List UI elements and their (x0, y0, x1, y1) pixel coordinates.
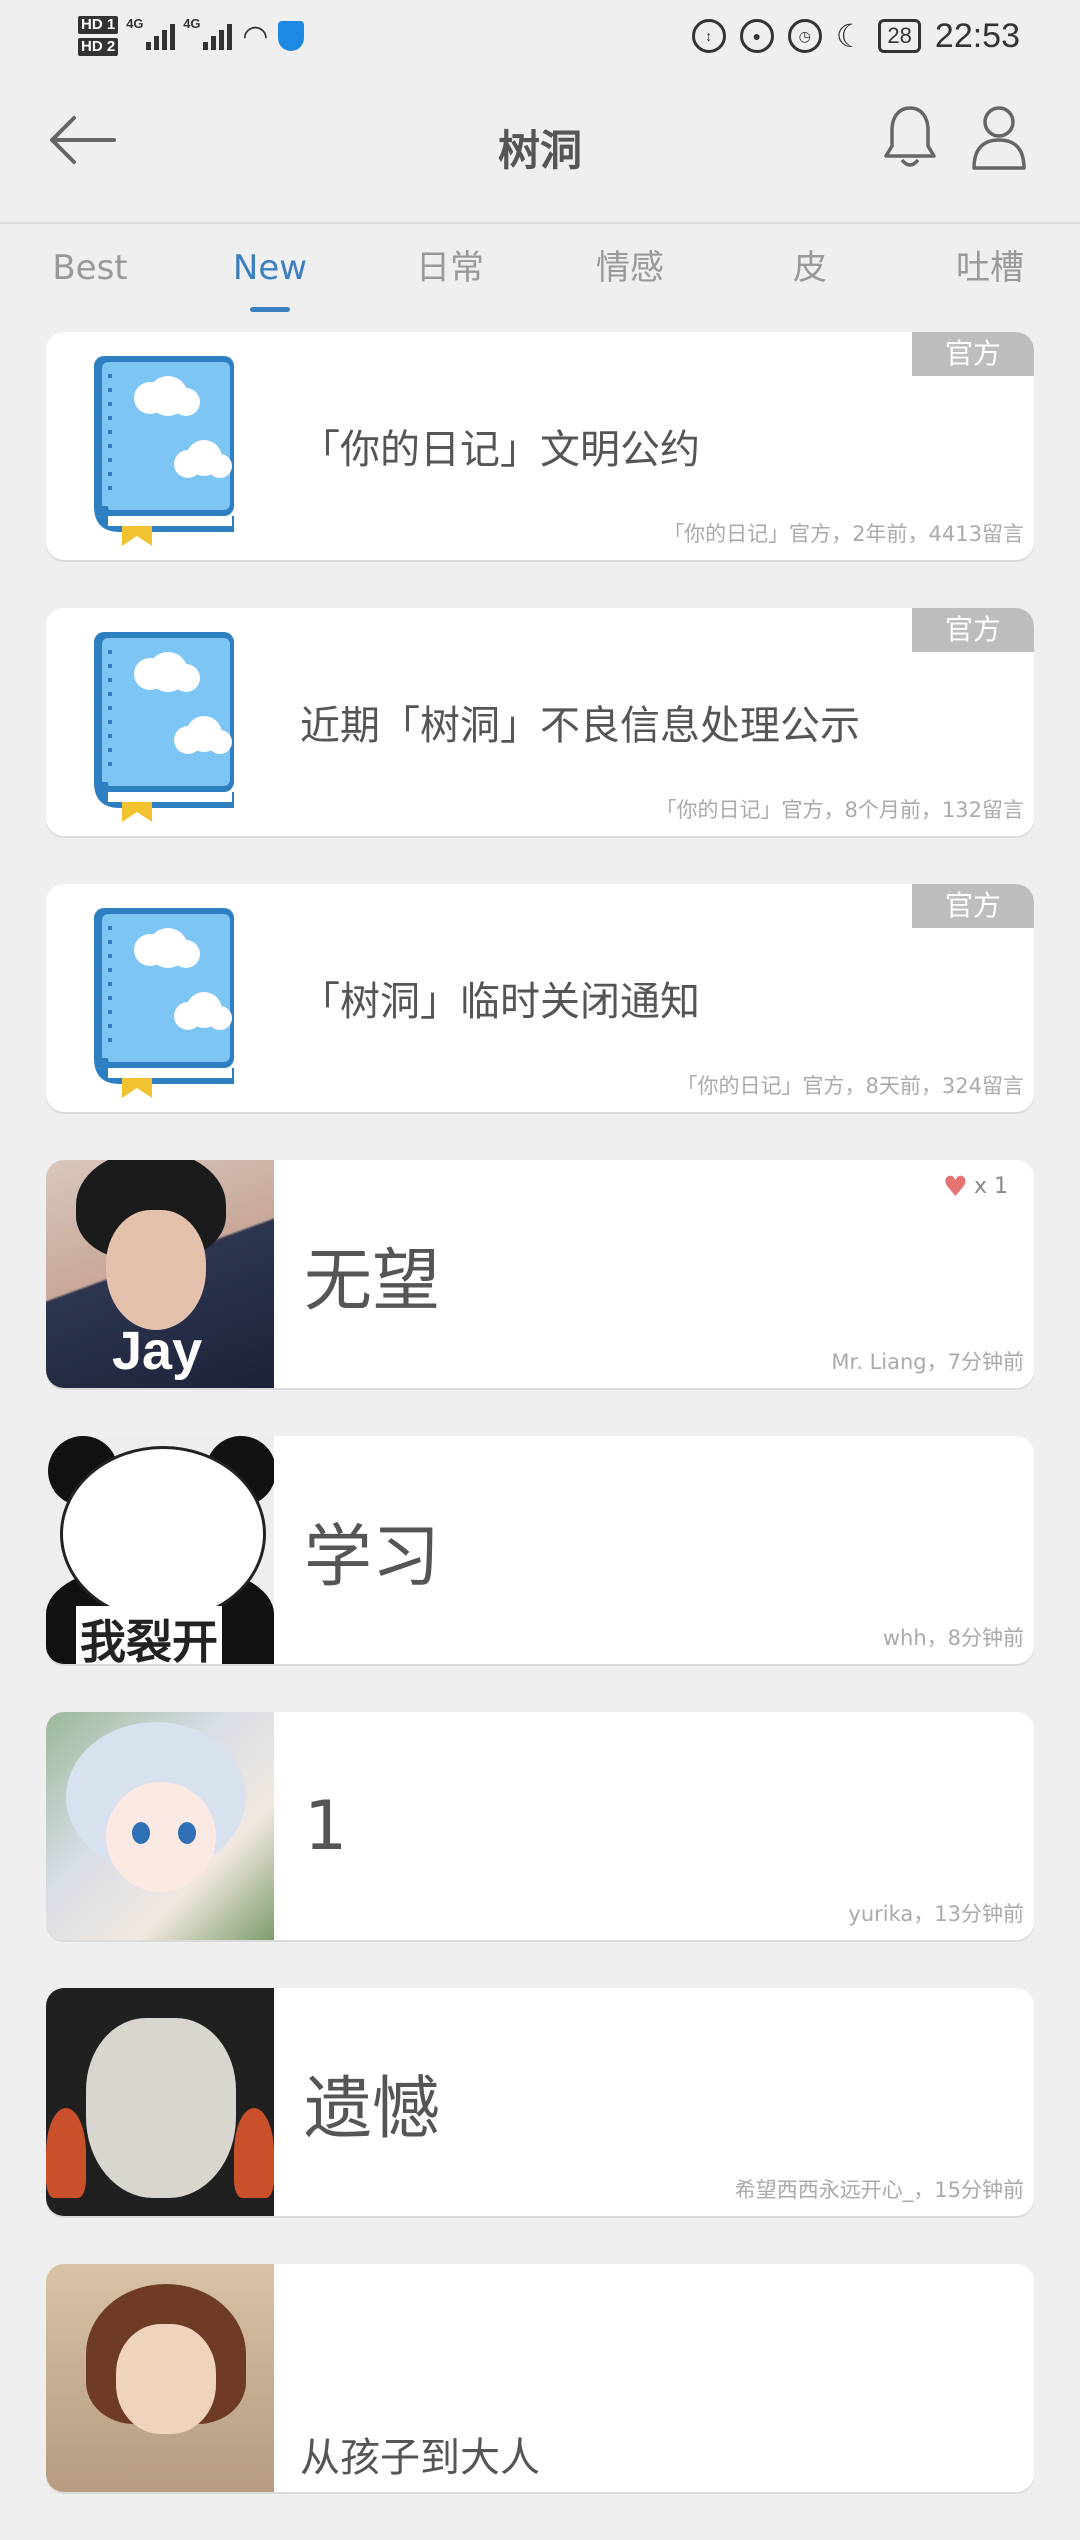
post-card[interactable]: 近期「树洞」不良信息处理公示 官方 「你的日记」官方，8个月前，132留言 (46, 608, 1034, 836)
heart-icon: ♥ (942, 1170, 968, 1203)
avatar: 我裂开 (46, 1436, 274, 1664)
network-label: 4G (183, 16, 201, 31)
moon-icon: ☾ (835, 18, 865, 54)
alarm-icon: ◷ (787, 19, 822, 53)
avatar-text: Jay (112, 1321, 203, 1381)
battery-icon: 28 (878, 19, 921, 53)
like-count-text: x 1 (973, 1174, 1008, 1199)
post-card[interactable]: 从孩子到大人 (46, 2264, 1034, 2492)
page-title: 树洞 (497, 125, 582, 175)
post-meta: whh，8分钟前 (882, 1626, 1024, 1650)
avatar-text: 我裂开 (76, 1606, 222, 1664)
post-card[interactable]: 1 yurika，13分钟前 (46, 1712, 1034, 1940)
wifi-icon: ◠ (242, 19, 269, 53)
network-label: 4G (126, 16, 144, 31)
back-arrow-icon[interactable] (48, 110, 118, 170)
user-icon[interactable] (968, 102, 1030, 172)
status-bar: HD 1 HD 2 4G 4G ◠ ↕ ● ◷ ☾ 28 22:53 (0, 0, 1080, 72)
official-badge: 官方 (912, 884, 1034, 928)
app-header: 树洞 (0, 72, 1080, 224)
tab-rant[interactable]: 吐槽 (900, 232, 1080, 312)
post-card[interactable]: 我裂开 学习 whh，8分钟前 (46, 1436, 1034, 1664)
post-meta: 「你的日记」官方，8个月前，132留言 (655, 798, 1024, 822)
tab-emotion[interactable]: 情感 (540, 232, 720, 312)
hd-indicators: HD 1 HD 2 (78, 16, 119, 56)
post-meta: yurika，13分钟前 (848, 1902, 1024, 1926)
diary-book-icon (46, 332, 274, 560)
avatar (46, 1712, 274, 1940)
post-card[interactable]: 「树洞」临时关闭通知 官方 「你的日记」官方，8天前，324留言 (46, 884, 1034, 1112)
like-count: ♥ x 1 (943, 1170, 1008, 1203)
status-right: ↕ ● ◷ ☾ 28 22:53 (691, 16, 1020, 56)
post-title: 学习 (304, 1517, 441, 1597)
signal-icon: 4G (183, 16, 233, 50)
avatar (46, 2264, 274, 2492)
bell-icon[interactable] (880, 102, 940, 172)
post-card[interactable]: 「你的日记」文明公约 官方 「你的日记」官方，2年前，4413留言 (46, 332, 1034, 560)
status-left: HD 1 HD 2 4G 4G ◠ (78, 16, 305, 56)
post-meta: 希望西西永远开心_，15分钟前 (734, 2178, 1024, 2202)
official-badge: 官方 (912, 608, 1034, 652)
data-saver-icon: ↕ (691, 19, 726, 53)
tab-best[interactable]: Best (0, 232, 180, 312)
post-list: 「你的日记」文明公约 官方 「你的日记」官方，2年前，4413留言 近期「树洞」… (46, 332, 1034, 2540)
avatar: Jay (46, 1160, 274, 1388)
tab-daily[interactable]: 日常 (360, 232, 540, 312)
tab-fun[interactable]: 皮 (720, 232, 900, 312)
post-card[interactable]: 遗憾 希望西西永远开心_，15分钟前 (46, 1988, 1034, 2216)
clock: 22:53 (934, 16, 1020, 55)
avatar (46, 1988, 274, 2216)
category-tabs: Best New 日常 情感 皮 吐槽 (0, 232, 1080, 312)
post-card[interactable]: Jay 无望 ♥ x 1 Mr. Liang，7分钟前 (46, 1160, 1034, 1388)
hd1-badge: HD 1 (78, 16, 119, 34)
signal-icon: 4G (126, 16, 176, 50)
eye-icon: ● (739, 19, 774, 53)
diary-book-icon (46, 608, 274, 836)
post-meta: 「你的日记」官方，2年前，4413留言 (663, 522, 1024, 546)
tab-new[interactable]: New (180, 232, 360, 312)
post-meta: Mr. Liang，7分钟前 (831, 1350, 1024, 1374)
hd2-badge: HD 2 (78, 38, 119, 56)
shield-icon (278, 21, 305, 51)
diary-book-icon (46, 884, 274, 1112)
post-title: 从孩子到大人 (300, 2435, 540, 2481)
official-badge: 官方 (912, 332, 1034, 376)
post-meta: 「你的日记」官方，8天前，324留言 (676, 1074, 1024, 1098)
